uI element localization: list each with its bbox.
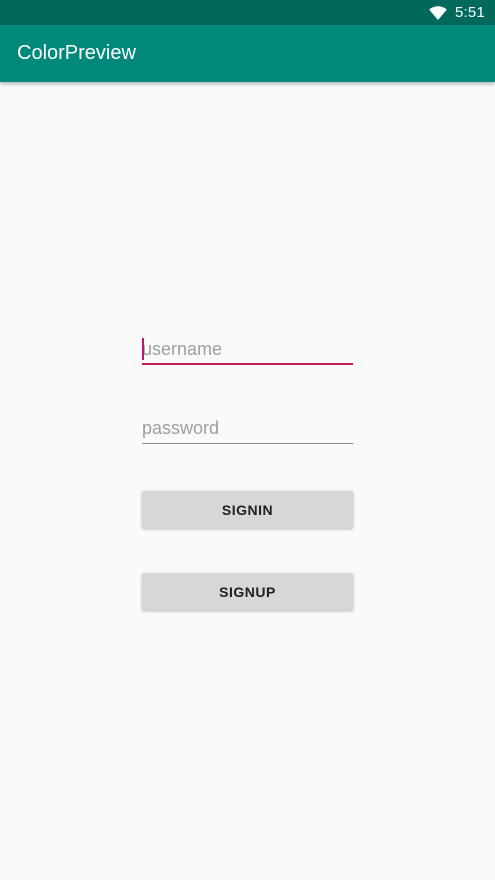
login-form: SIGNIN SIGNUP [0, 82, 495, 880]
username-input[interactable] [142, 335, 353, 363]
app-bar: ColorPreview [0, 25, 495, 82]
text-cursor [142, 338, 144, 360]
password-underline [142, 443, 353, 444]
app-title: ColorPreview [17, 42, 136, 64]
status-bar: 5:51 [0, 0, 495, 25]
signup-button[interactable]: SIGNUP [142, 573, 353, 610]
signin-button[interactable]: SIGNIN [142, 491, 353, 528]
password-input[interactable] [142, 414, 353, 442]
password-field-container [142, 414, 353, 444]
username-field-container [142, 335, 353, 365]
status-icons: 5:51 [429, 0, 485, 25]
status-time: 5:51 [455, 4, 485, 21]
wifi-icon [429, 5, 447, 20]
username-underline [142, 363, 353, 365]
